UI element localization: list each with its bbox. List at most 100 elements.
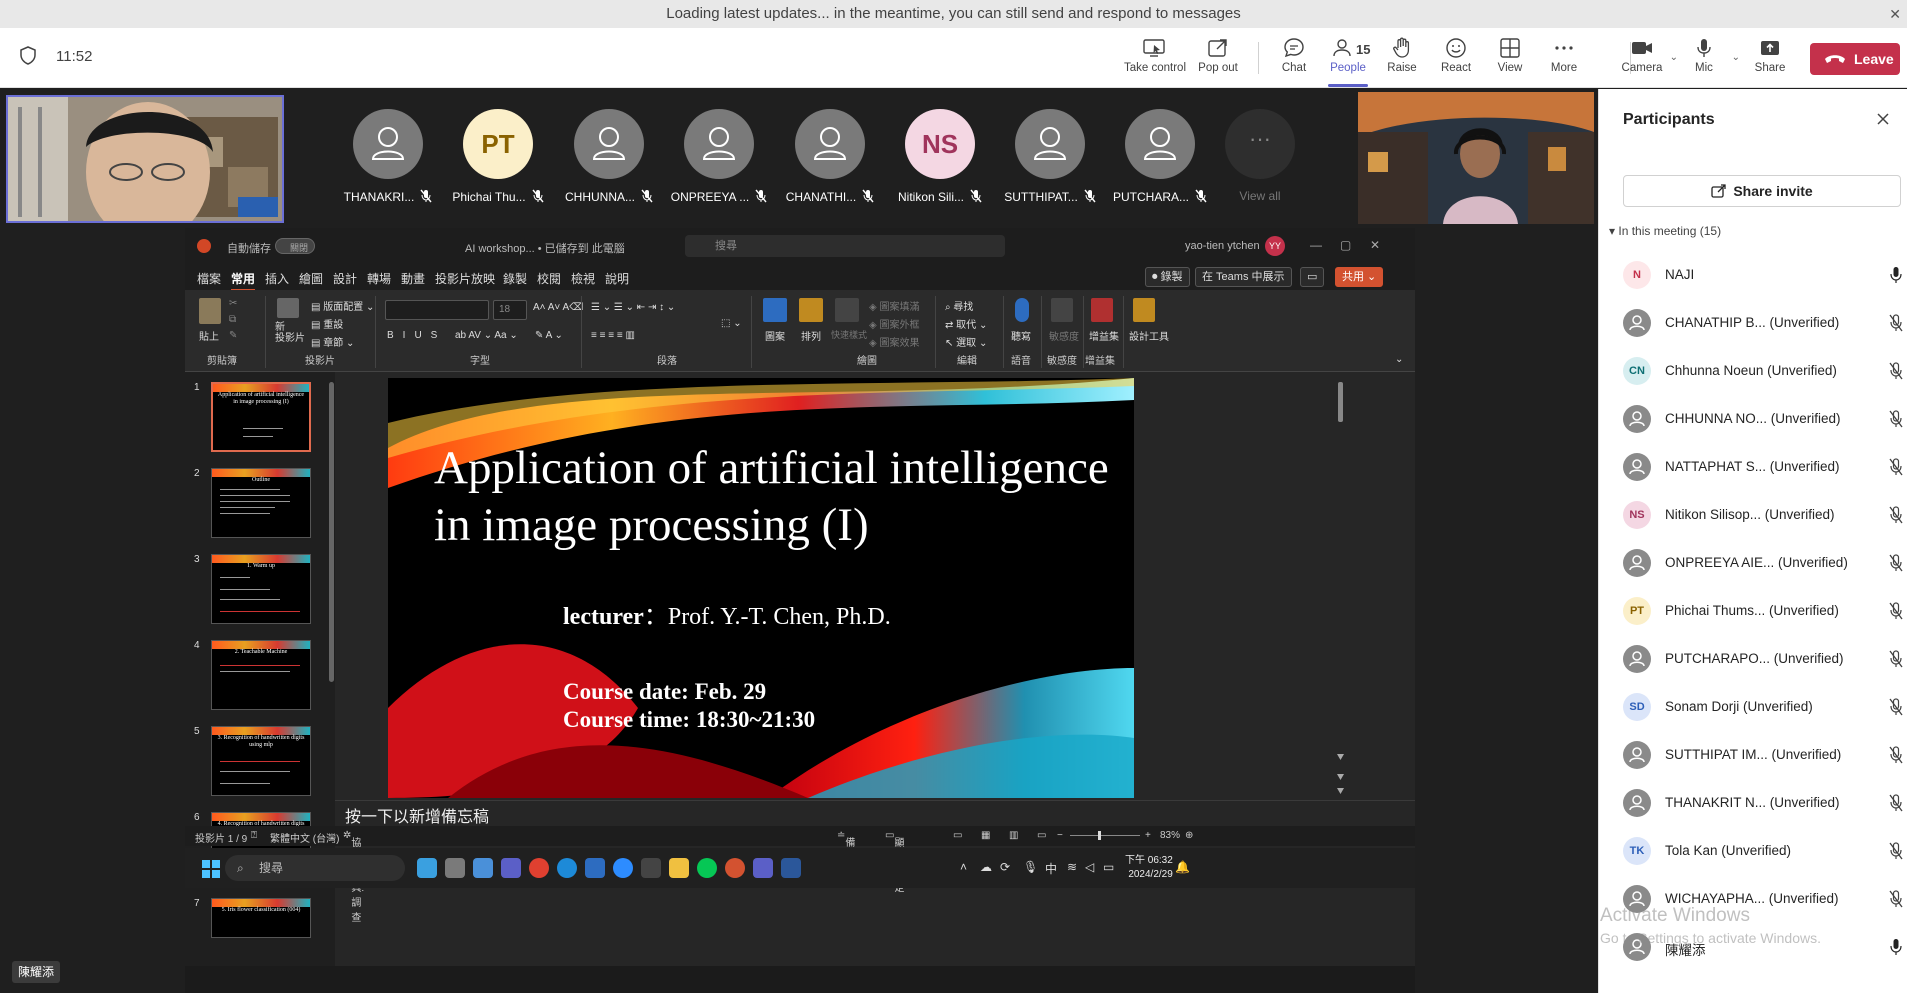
menu-draw[interactable]: 繪圖 xyxy=(299,270,323,287)
view-button[interactable]: View xyxy=(1480,34,1540,84)
addins-icon[interactable] xyxy=(1091,298,1113,322)
new-slide-icon[interactable] xyxy=(277,298,299,318)
leave-button[interactable]: Leave xyxy=(1810,43,1900,75)
menu-file[interactable]: 檔案 xyxy=(197,270,221,287)
menu-slideshow[interactable]: 投影片放映 xyxy=(435,270,495,287)
layout-button[interactable]: ▤ 版面配置 ⌄ xyxy=(311,298,374,313)
people-button[interactable]: 15 People xyxy=(1318,34,1378,87)
shared-screen[interactable]: 自動儲存 關閉 AI workshop... • 已儲存到 此電腦 搜尋 yao… xyxy=(185,228,1415,993)
wifi-icon[interactable]: ≋ xyxy=(1067,860,1077,874)
find-button[interactable]: ⌕ 尋找 xyxy=(945,298,973,313)
view-all-button[interactable]: ··· View all xyxy=(1210,109,1310,219)
participant-tile[interactable]: NS Nitikon Sili... xyxy=(890,109,990,219)
zoom-level[interactable]: 83% xyxy=(1160,830,1180,841)
copy-icon[interactable]: ⧉ xyxy=(229,314,236,325)
taskbar-app-icon[interactable] xyxy=(501,858,521,878)
pop-out-button[interactable]: Pop out xyxy=(1188,34,1248,84)
participant-tile[interactable]: SUTTHIPAT... xyxy=(1000,109,1100,219)
slide-sorter-icon[interactable]: ▦ xyxy=(981,830,990,841)
display-settings-button[interactable]: ▭ 顯示設定 xyxy=(885,830,904,894)
arrange-icon[interactable] xyxy=(799,298,823,322)
document-name[interactable]: AI workshop... • 已儲存到 此電腦 xyxy=(465,240,625,256)
participant-tile[interactable]: THANAKRI... xyxy=(338,109,438,219)
slide-thumbnail[interactable]: Application of artificial intelligence i… xyxy=(211,382,311,452)
participant-row[interactable]: NATTAPHAT S... (Unverified) xyxy=(1623,449,1905,485)
banner-close-icon[interactable]: ✕ xyxy=(1889,0,1901,28)
font-size-select[interactable]: 18 xyxy=(493,300,527,320)
paste-icon[interactable] xyxy=(199,298,221,324)
participant-row[interactable]: THANAKRIT N... (Unverified) xyxy=(1623,785,1905,821)
shape-effects-button[interactable]: ◈ 圖案效果 xyxy=(869,334,919,349)
participant-row[interactable]: CN Chhunna Noeun (Unverified) xyxy=(1623,353,1905,389)
participant-tile[interactable]: PT Phichai Thu... xyxy=(448,109,548,219)
font-grow-icon[interactable]: A˄ A˅ A⌫ xyxy=(533,302,583,313)
font-color-icon[interactable]: ✎ A ⌄ xyxy=(535,330,563,341)
participant-row[interactable]: SUTTHIPAT IM... (Unverified) xyxy=(1623,737,1905,773)
word-icon[interactable] xyxy=(781,858,801,878)
replace-button[interactable]: ⇄ 取代 ⌄ xyxy=(945,316,987,331)
store-icon[interactable] xyxy=(585,858,605,878)
onedrive-icon[interactable]: ☁ xyxy=(980,860,992,874)
menu-help[interactable]: 說明 xyxy=(605,270,629,287)
fit-slide-icon[interactable]: ⊕ xyxy=(1185,830,1193,841)
participant-row[interactable]: CHHUNNA NO... (Unverified) xyxy=(1623,401,1905,437)
record-button[interactable]: ⏺ 錄製 xyxy=(1145,267,1190,287)
reading-view-icon[interactable]: ▥ xyxy=(1009,830,1018,841)
slideshow-icon[interactable]: ▭ xyxy=(1037,830,1046,841)
ppt-share-button[interactable]: 共用 ⌄ xyxy=(1335,267,1384,287)
cut-icon[interactable]: ✂ xyxy=(229,298,237,309)
present-in-teams-button[interactable]: 在 Teams 中展示 xyxy=(1195,267,1292,287)
sensitivity-icon[interactable] xyxy=(1051,298,1073,322)
participant-row[interactable]: TK Tola Kan (Unverified) xyxy=(1623,833,1905,869)
comment-button[interactable]: ▭ xyxy=(1300,267,1325,287)
more-button[interactable]: More xyxy=(1534,34,1594,84)
menu-design[interactable]: 設計 xyxy=(333,270,357,287)
participant-row[interactable]: ONPREEYA AIE... (Unverified) xyxy=(1623,545,1905,581)
menu-home[interactable]: 常用 xyxy=(231,270,256,291)
ribbon-collapse-icon[interactable]: ⌄ xyxy=(1395,354,1403,365)
camera-button[interactable]: Camera ⌄ xyxy=(1612,34,1678,84)
line-icon[interactable] xyxy=(697,858,717,878)
designer-icon[interactable] xyxy=(1133,298,1155,322)
participant-tile[interactable]: PUTCHARA... xyxy=(1110,109,1210,219)
taskbar-app-icon[interactable] xyxy=(417,858,437,878)
participant-tile[interactable]: ONPREEYA ... xyxy=(669,109,769,219)
notes-button[interactable]: ≐ 備忘稿 xyxy=(837,830,855,879)
zoom-slider[interactable] xyxy=(1070,835,1140,836)
battery-icon[interactable]: ▭ xyxy=(1103,860,1114,874)
menu-animations[interactable]: 動畫 xyxy=(401,270,425,287)
react-button[interactable]: React xyxy=(1426,34,1486,84)
normal-view-icon[interactable]: ▭ xyxy=(953,830,962,841)
share-button[interactable]: Share xyxy=(1740,34,1800,84)
teams-icon[interactable] xyxy=(753,858,773,878)
text-direction-icon[interactable]: ⬚ ⌄ xyxy=(721,318,742,329)
font-more-icons[interactable]: ab AV ⌄ Aa ⌄ xyxy=(455,330,518,341)
menu-insert[interactable]: 插入 xyxy=(265,270,289,287)
current-slide[interactable]: Application of artificial intelligence i… xyxy=(388,378,1134,798)
minimize-icon[interactable]: — xyxy=(1310,238,1322,252)
powerpoint-icon[interactable] xyxy=(725,858,745,878)
reset-button[interactable]: ▤ 重設 xyxy=(311,316,343,331)
zoom-slider-thumb[interactable] xyxy=(1098,831,1101,840)
file-explorer-icon[interactable] xyxy=(669,858,689,878)
slide-thumbnail[interactable]: 3. Recognition of handwritten digits usi… xyxy=(211,726,311,796)
dictate-icon[interactable] xyxy=(1015,298,1029,322)
slide-thumbnail[interactable]: 2. Teachable Machine xyxy=(211,640,311,710)
shapes-icon[interactable] xyxy=(763,298,787,322)
zoom-in-icon[interactable]: + xyxy=(1145,830,1151,841)
section-button[interactable]: ▤ 章節 ⌄ xyxy=(311,334,354,349)
menu-transitions[interactable]: 轉場 xyxy=(367,270,391,287)
mic-chevron-icon[interactable]: ⌄ xyxy=(1732,52,1740,63)
slide-thumbnail[interactable]: 5. Iris flower classification (004) xyxy=(211,898,311,938)
sync-icon[interactable]: ⟳ xyxy=(1000,860,1010,874)
share-invite-button[interactable]: Share invite xyxy=(1623,175,1901,207)
language-indicator[interactable]: 繁體中文 (台灣) xyxy=(270,830,339,845)
windows-start-icon[interactable] xyxy=(202,860,220,878)
participant-row[interactable]: N NAJI xyxy=(1623,257,1905,293)
restore-icon[interactable]: ▢ xyxy=(1340,238,1351,252)
ppt-user-avatar[interactable]: YY xyxy=(1265,236,1285,256)
participant-row[interactable]: PT Phichai Thums... (Unverified) xyxy=(1623,593,1905,629)
mic-tray-icon[interactable]: 🎙 xyxy=(1023,860,1038,874)
close-window-icon[interactable]: ✕ xyxy=(1370,238,1380,252)
list-icons[interactable]: ☰ ⌄ ☰ ⌄ ⇤ ⇥ ↕ ⌄ xyxy=(591,302,675,313)
